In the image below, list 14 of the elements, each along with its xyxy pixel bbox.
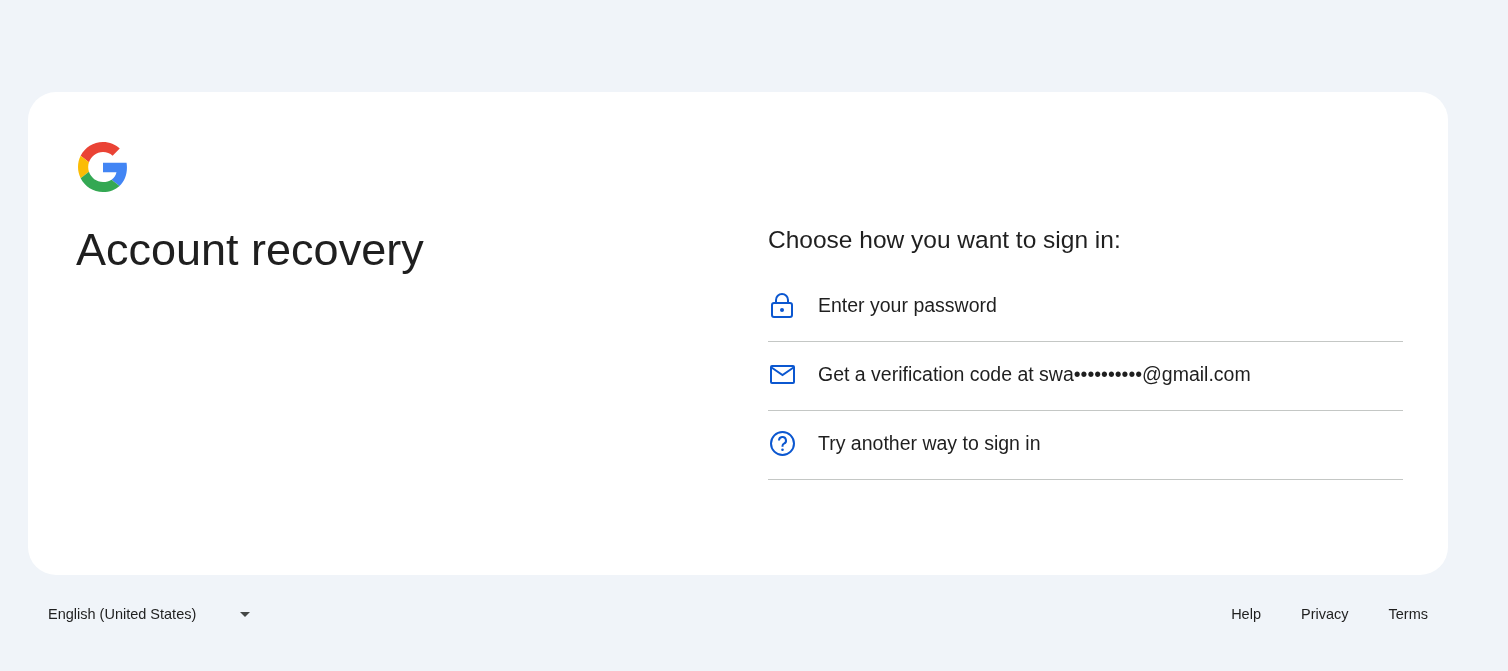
footer-link[interactable]: Privacy — [1300, 603, 1349, 625]
envelope-icon — [769, 364, 795, 384]
help-icon — [769, 430, 795, 456]
page-title: Account recovery — [76, 224, 424, 276]
sign-in-option[interactable]: Try another way to sign in — [768, 411, 1403, 480]
language-select[interactable]: English (United States) — [48, 603, 251, 625]
caret-icon — [240, 611, 251, 617]
sign-in-prompt: Choose how you want to sign in: — [768, 225, 1121, 255]
sign-in-option[interactable]: Get a verification code at swa••••••••••@gmail.com — [768, 342, 1403, 411]
g-logo-icon — [78, 142, 128, 192]
lock-icon — [771, 292, 793, 318]
footer-link[interactable]: Terms — [1388, 603, 1428, 625]
footer-link[interactable]: Help — [1231, 603, 1261, 625]
sign-in-option[interactable]: Enter your password — [768, 273, 1403, 342]
